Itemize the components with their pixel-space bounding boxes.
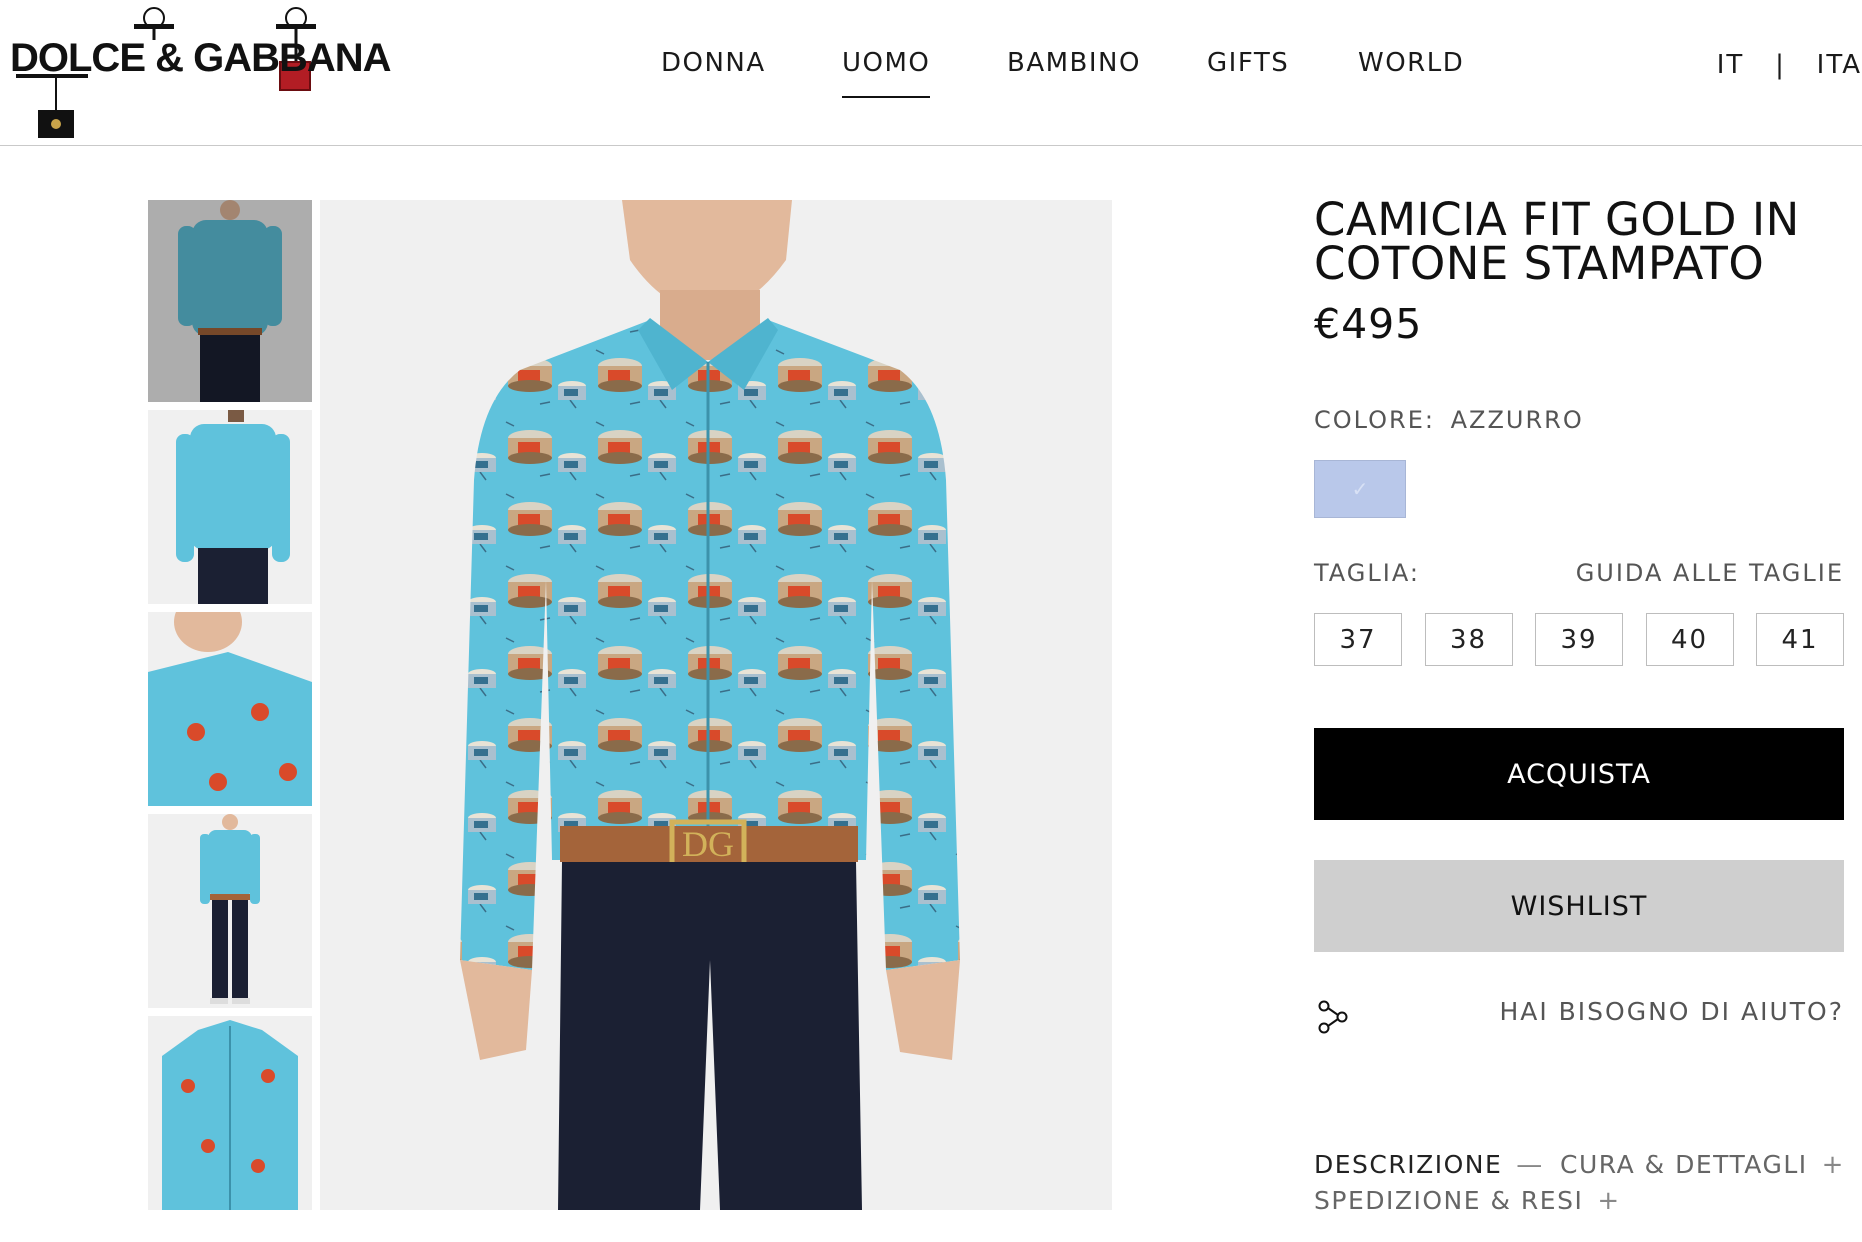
color-swatch-azzurro[interactable]: ✓ [1314, 460, 1406, 518]
tab-descrizione[interactable]: DESCRIZIONE — [1314, 1150, 1544, 1180]
brand-logo[interactable]: DOLCE & GABBANA [8, 6, 392, 140]
country-selector[interactable]: IT [1717, 50, 1745, 80]
help-link[interactable]: HAI BISOGNO DI AIUTO? [1499, 997, 1844, 1026]
nav-donna[interactable]: DONNA [661, 48, 766, 78]
language-selector: IT | ITA [1717, 50, 1862, 80]
size-option-38[interactable]: 38 [1424, 613, 1513, 666]
main-product-image[interactable]: DG [320, 200, 1112, 1210]
nav-uomo[interactable]: UOMO [842, 48, 931, 98]
size-option-39[interactable]: 39 [1535, 613, 1623, 666]
nav-gifts[interactable]: GIFTS [1207, 48, 1289, 78]
nav-bambino[interactable]: BAMBINO [1007, 48, 1141, 78]
thumbnail-flat[interactable] [148, 1016, 312, 1210]
share-icon[interactable] [1318, 1000, 1348, 1034]
plus-icon: + [1597, 1186, 1621, 1216]
product-price: €495 [1314, 300, 1423, 348]
color-label: COLORE: [1314, 406, 1435, 434]
site-header: DOLCE & GABBANA DONNA UOMO BAMBINO GIFTS… [0, 0, 1862, 146]
product-title-line-2: COTONE STAMPATO [1314, 237, 1765, 290]
plus-icon: + [1821, 1150, 1845, 1180]
size-label: TAGLIA: [1314, 559, 1420, 587]
buy-button[interactable]: ACQUISTA [1314, 728, 1844, 820]
size-option-37[interactable]: 37 [1314, 613, 1402, 666]
nav-world[interactable]: WORLD [1358, 48, 1464, 78]
tab-cura-dettagli-label: CURA & DETTAGLI [1560, 1150, 1808, 1179]
language-option[interactable]: ITA [1817, 50, 1862, 80]
thumbnail-front-image [148, 200, 312, 402]
svg-text:DG: DG [682, 824, 734, 864]
logo-wordmark: DOLCE & GABBANA [10, 36, 392, 80]
tab-spedizione-resi-label: SPEDIZIONE & RESI [1314, 1186, 1584, 1215]
thumbnail-back[interactable] [148, 410, 312, 604]
checkmark-icon: ✓ [1351, 477, 1369, 501]
tab-spedizione-resi[interactable]: SPEDIZIONE & RESI + [1314, 1186, 1621, 1216]
thumbnail-detail-image [148, 612, 312, 806]
size-options: 37 38 39 40 41 [1314, 613, 1844, 666]
wishlist-button[interactable]: WISHLIST [1314, 860, 1844, 952]
size-option-40[interactable]: 40 [1645, 613, 1734, 666]
tab-cura-dettagli[interactable]: CURA & DETTAGLI + [1560, 1150, 1845, 1180]
thumbnail-flat-image [148, 1016, 312, 1210]
product-title-line-1: CAMICIA FIT GOLD IN [1314, 193, 1800, 246]
size-guide-link[interactable]: GUIDA ALLE TAGLIE [1576, 559, 1844, 587]
thumbnail-back-image [148, 410, 312, 604]
language-separator: | [1775, 50, 1786, 80]
color-value: AZZURRO [1450, 406, 1584, 434]
product-title: CAMICIA FIT GOLD IN COTONE STAMPATO [1314, 193, 1834, 290]
product-photo: DG [320, 200, 1112, 1210]
thumbnail-front[interactable] [148, 200, 312, 402]
tab-descrizione-label: DESCRIZIONE [1314, 1150, 1503, 1179]
thumbnail-detail[interactable] [148, 612, 312, 806]
size-option-41[interactable]: 41 [1756, 613, 1844, 666]
thumbnail-full-length-image [148, 814, 312, 1008]
minus-icon: — [1516, 1150, 1544, 1180]
thumbnail-full-length[interactable] [148, 814, 312, 1008]
color-info: COLORE: AZZURRO [1314, 406, 1584, 434]
